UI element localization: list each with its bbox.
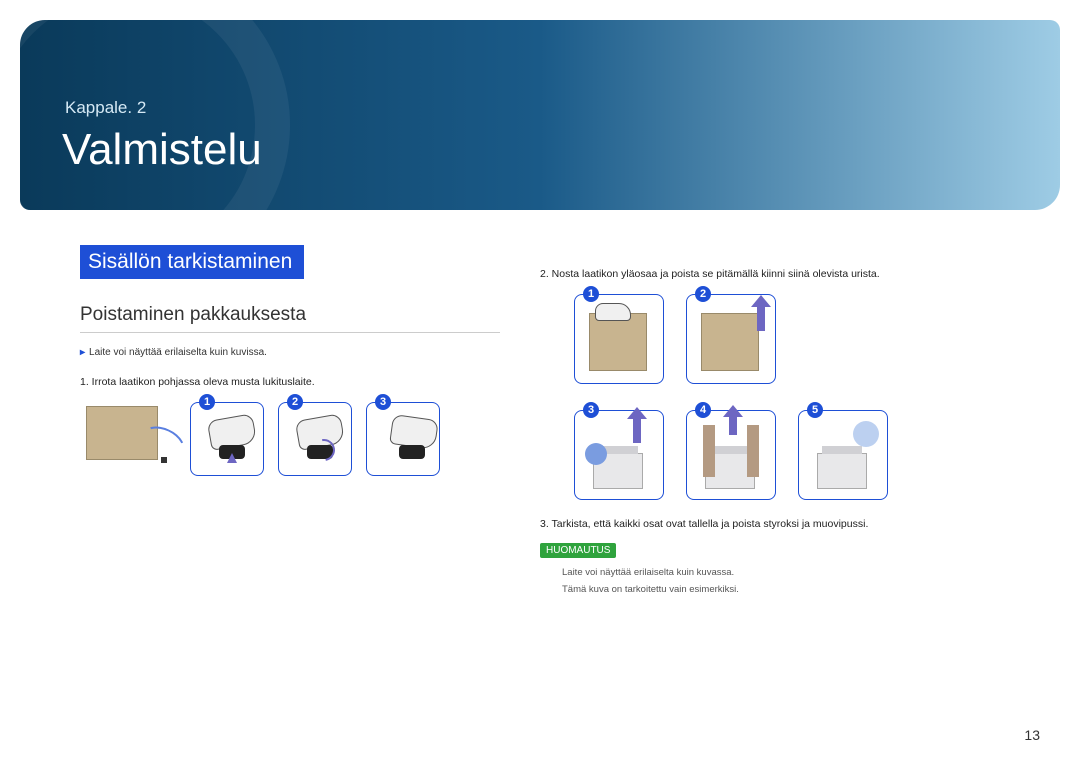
figure-number: 1 — [199, 394, 215, 410]
figure-number: 3 — [583, 402, 599, 418]
note-bullet: ▸ Laite voi näyttää erilaiselta kuin kuvi… — [80, 347, 500, 358]
note-block: HUOMAUTUS Laite voi näyttää erilaiselta … — [540, 540, 1000, 598]
step1-figures: 1 2 3 — [80, 398, 500, 480]
figure-number: 5 — [807, 402, 823, 418]
figure-1-1: 1 — [190, 402, 264, 476]
note-line-2: Tämä kuva on tarkoitettu vain esimerkiks… — [562, 581, 1000, 598]
step2-figures-row2: 3 4 5 — [540, 406, 1000, 504]
page-number: 13 — [1024, 727, 1040, 743]
chapter-label: Kappale. 2 — [65, 98, 146, 118]
left-column: Sisällön tarkistaminen Poistaminen pakka… — [80, 245, 500, 598]
box-illustration — [80, 400, 180, 480]
section-title: Sisällön tarkistaminen — [80, 245, 304, 279]
step2-figures-row1: 1 2 — [540, 290, 1000, 388]
figure-2-5: 5 — [798, 410, 888, 500]
figure-1-3: 3 — [366, 402, 440, 476]
note-bullet-text: Laite voi näyttää erilaiselta kuin kuvis… — [89, 347, 267, 358]
right-column: 2. Nosta laatikon yläosaa ja poista se p… — [540, 245, 1000, 598]
step2-text: 2. Nosta laatikon yläosaa ja poista se p… — [540, 268, 1000, 280]
chapter-header: Kappale. 2 Valmistelu — [20, 20, 1060, 210]
figure-number: 2 — [695, 286, 711, 302]
subsection-title: Poistaminen pakkauksesta — [80, 304, 500, 333]
bullet-icon: ▸ — [80, 347, 85, 358]
step1-text: 1. Irrota laatikon pohjassa oleva musta … — [80, 376, 500, 388]
figure-number: 4 — [695, 402, 711, 418]
note-badge: HUOMAUTUS — [540, 543, 616, 558]
page-content: Sisällön tarkistaminen Poistaminen pakka… — [80, 245, 1000, 598]
figure-2-4: 4 — [686, 410, 776, 500]
note-line-1: Laite voi näyttää erilaiselta kuin kuvas… — [562, 564, 1000, 581]
figure-2-1: 1 — [574, 294, 664, 384]
figure-number: 2 — [287, 394, 303, 410]
figure-number: 3 — [375, 394, 391, 410]
figure-2-2: 2 — [686, 294, 776, 384]
figure-2-3: 3 — [574, 410, 664, 500]
figure-number: 1 — [583, 286, 599, 302]
step3-text: 3. Tarkista, että kaikki osat ovat talle… — [540, 518, 1000, 530]
chapter-title: Valmistelu — [62, 125, 262, 175]
figure-1-2: 2 — [278, 402, 352, 476]
